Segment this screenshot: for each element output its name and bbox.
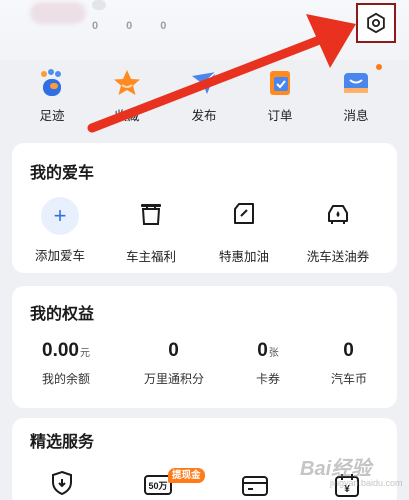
- balance-item[interactable]: 0.00元 我的余额: [20, 340, 112, 387]
- publish-icon: [189, 68, 219, 98]
- plus-icon: +: [41, 197, 79, 235]
- car-wash-icon: [328, 205, 348, 224]
- quick-item-label: 消息: [343, 109, 369, 123]
- asset-value: 0: [257, 340, 268, 361]
- quick-item-label: 订单: [267, 109, 293, 123]
- settings-button[interactable]: [356, 3, 396, 43]
- grid-item-label: 车主福利: [125, 250, 176, 264]
- gear-icon: [367, 12, 385, 34]
- footprint-icon: [37, 68, 67, 98]
- asset-label: 万里通积分: [143, 372, 204, 386]
- owner-benefits-button[interactable]: 车主福利: [105, 201, 197, 265]
- asset-value: 0: [168, 340, 179, 361]
- quick-item-footprint[interactable]: 足迹: [22, 68, 82, 128]
- add-car-button[interactable]: + 添加爱车: [14, 197, 106, 264]
- service-text: 50万: [148, 481, 167, 491]
- asset-value: 0.00: [42, 340, 79, 361]
- asset-label: 卡券: [255, 372, 280, 386]
- quick-item-label: 足迹: [39, 109, 65, 123]
- quick-item-label: 发布: [191, 109, 217, 123]
- profile-stat[interactable]: 0: [160, 20, 166, 34]
- message-icon: [341, 68, 371, 98]
- baidu-watermark: Bai经验 jingyan.baidu.com: [300, 452, 403, 492]
- coupons-item[interactable]: 0张 卡券: [222, 340, 314, 387]
- grid-item-label: 特惠加油: [218, 250, 269, 264]
- quick-item-messages[interactable]: 消息: [326, 68, 386, 128]
- asset-value: 0: [343, 340, 354, 361]
- car-wash-coupon-button[interactable]: 洗车送油券: [292, 201, 384, 265]
- fuel-discount-button[interactable]: 特惠加油: [198, 201, 290, 265]
- asset-label: 我的余额: [41, 372, 90, 386]
- avatar[interactable]: [30, 2, 86, 24]
- profile-stat[interactable]: 0: [92, 20, 98, 34]
- asset-unit: 元: [79, 348, 90, 359]
- watermark-sub: jingyan.baidu.com: [330, 478, 403, 488]
- quick-item-publish[interactable]: 发布: [174, 68, 234, 128]
- grid-item-label: 洗车送油券: [306, 250, 370, 264]
- card-icon: [242, 476, 268, 496]
- order-icon: [265, 68, 295, 98]
- asset-label: 汽车币: [330, 372, 367, 386]
- section-title: 我的爱车: [30, 165, 95, 182]
- fuel-card-icon: [234, 203, 254, 224]
- quick-actions: 足迹 收藏 发布 订单 消息: [0, 68, 409, 130]
- gift-pot-icon: [141, 204, 161, 225]
- star-icon: [112, 68, 142, 98]
- car-coins-item[interactable]: 0 汽车币: [303, 340, 395, 387]
- withdraw-cash-badge: 提现金: [168, 468, 205, 483]
- watermark-text: Bai经验: [300, 458, 372, 480]
- card-service[interactable]: [242, 476, 278, 500]
- section-title: 精选服务: [30, 434, 95, 451]
- points-item[interactable]: 0 万里通积分: [128, 340, 220, 387]
- quick-item-label: 收藏: [114, 109, 140, 123]
- my-car-card: 我的爱车 + 添加爱车 车主福利 特惠加油 洗车送油券: [12, 143, 397, 273]
- section-title: 我的权益: [30, 306, 95, 323]
- profile-stat[interactable]: 0: [126, 20, 132, 34]
- insurance-service[interactable]: [50, 470, 86, 500]
- username-blur: [92, 0, 106, 10]
- grid-item-label: 添加爱车: [34, 249, 85, 263]
- quick-item-orders[interactable]: 订单: [250, 68, 310, 128]
- profile-stats: 0 0 0: [92, 20, 252, 34]
- shield-icon: [52, 470, 72, 496]
- quick-item-favorites[interactable]: 收藏: [97, 68, 157, 128]
- profile-header: 0 0 0: [0, 0, 409, 60]
- asset-unit: 张: [268, 348, 279, 359]
- my-rights-card: 我的权益 0.00元 我的余额 0 万里通积分 0张 卡券 0 汽车币: [12, 286, 397, 408]
